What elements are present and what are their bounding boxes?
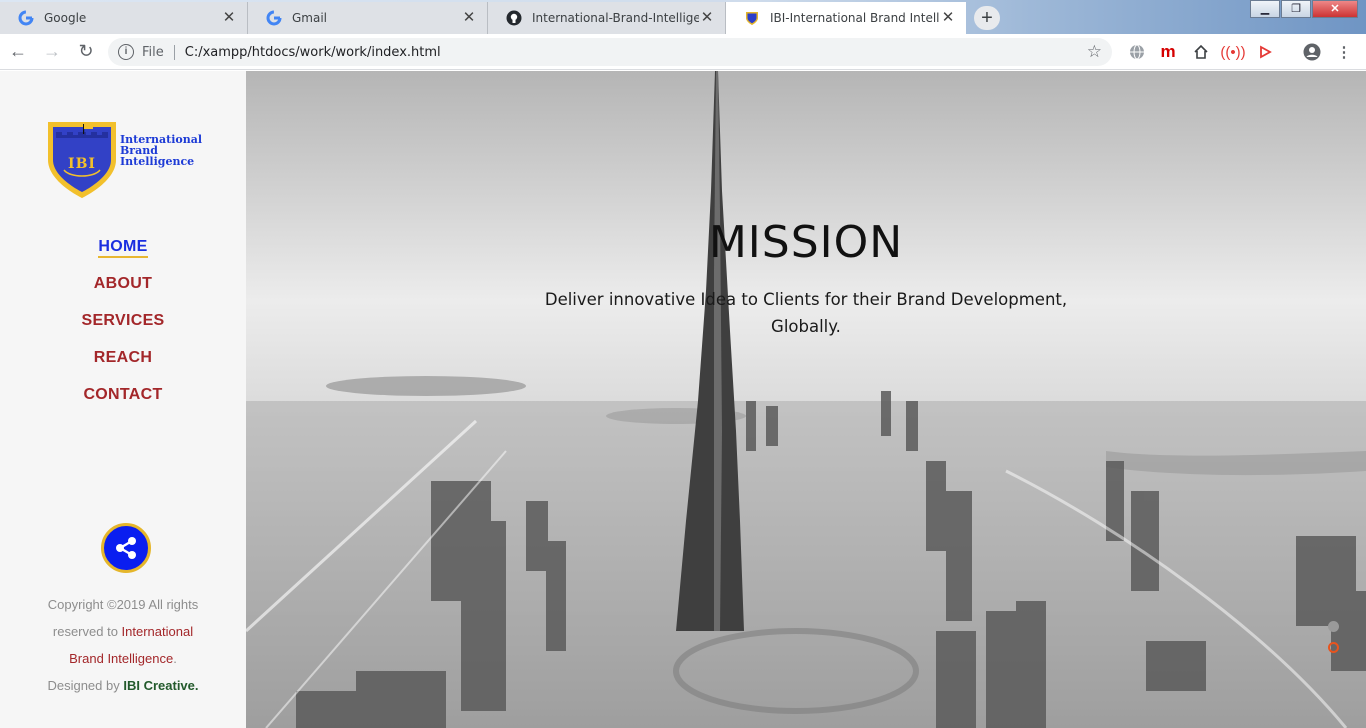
forward-arrow-icon[interactable]: → <box>36 36 68 68</box>
footer-text: . <box>173 651 177 666</box>
mission-text-line-1: Deliver innovative Idea to Clients for t… <box>544 290 1068 309</box>
window-controls: ▁ ❐ ✕ <box>1249 0 1358 18</box>
scheme-label: File <box>142 44 175 60</box>
footer-text: Designed by <box>47 678 124 693</box>
minimize-icon[interactable]: ▁ <box>1250 0 1280 18</box>
slider-dot-active[interactable] <box>1328 642 1339 653</box>
web-page: International Brand Intelligence IBI HOM… <box>0 71 1366 728</box>
footer-brand-link[interactable]: International <box>122 624 194 639</box>
copyright-footer: Copyright ©2019 All rights reserved to I… <box>20 591 226 699</box>
browser-tabstrip: Google ✕ Gmail ✕ International-Brand-Int… <box>0 0 1366 34</box>
home-icon[interactable] <box>1191 42 1211 62</box>
hero-section: MISSION Deliver innovative Idea to Clien… <box>246 71 1366 728</box>
google-icon <box>266 10 282 26</box>
tab-ibi[interactable]: IBI-International Brand Intelligenc ✕ <box>726 2 966 34</box>
broadcast-extension-icon[interactable]: ((•)) <box>1220 42 1245 62</box>
share-icon <box>116 537 136 559</box>
nav-home[interactable]: HOME <box>0 237 246 274</box>
globe-extension-icon[interactable] <box>1127 42 1147 62</box>
reload-icon[interactable]: ↻ <box>70 36 102 68</box>
footer-line-1: Copyright ©2019 All rights <box>47 597 199 612</box>
main-nav: HOME ABOUT SERVICES REACH CONTACT <box>0 237 246 422</box>
google-icon <box>18 10 34 26</box>
footer-designer-link[interactable]: IBI Creative. <box>123 678 198 693</box>
mission-heading: MISSION <box>708 217 904 268</box>
bookmark-star-icon[interactable]: ☆ <box>1087 42 1102 62</box>
nav-services[interactable]: SERVICES <box>0 311 246 348</box>
slider-dot[interactable] <box>1328 621 1339 632</box>
mission-text: Deliver innovative Idea to Clients for t… <box>516 286 1096 340</box>
m-extension-icon[interactable]: m <box>1158 42 1178 62</box>
logo-shield-text: IBI <box>68 156 96 172</box>
site-logo[interactable]: International Brand Intelligence IBI <box>46 118 206 202</box>
city-skyline-image <box>246 71 1366 728</box>
tab-title: IBI-International Brand Intelligenc <box>770 11 940 25</box>
tab-github[interactable]: International-Brand-Intelligence/ ✕ <box>488 2 726 34</box>
nav-label: SERVICES <box>81 312 165 329</box>
nav-label: HOME <box>98 238 148 258</box>
close-window-icon[interactable]: ✕ <box>1312 0 1358 18</box>
maximize-icon[interactable]: ❐ <box>1281 0 1311 18</box>
nav-label: CONTACT <box>83 386 163 403</box>
mission-block: MISSION Deliver innovative Idea to Clien… <box>516 217 1096 340</box>
tab-title: International-Brand-Intelligence/ <box>532 11 699 25</box>
menu-kebab-icon[interactable]: ⋮ <box>1334 42 1354 62</box>
close-tab-icon[interactable]: ✕ <box>940 10 956 26</box>
play-extension-icon[interactable] <box>1255 42 1275 62</box>
nav-about[interactable]: ABOUT <box>0 274 246 311</box>
nav-label: ABOUT <box>93 275 153 292</box>
nav-contact[interactable]: CONTACT <box>0 385 246 422</box>
logo-wordmark: International Brand Intelligence <box>120 134 202 167</box>
browser-toolbar: ← → ↻ i File C:/xampp/htdocs/work/work/i… <box>0 34 1366 70</box>
ibi-shield-icon <box>744 10 760 26</box>
tab-title: Google <box>44 11 87 25</box>
footer-brand-link[interactable]: Brand Intelligence <box>69 651 173 666</box>
back-arrow-icon[interactable]: ← <box>2 36 34 68</box>
sidebar: International Brand Intelligence IBI HOM… <box>0 71 246 728</box>
nav-label: REACH <box>93 349 153 366</box>
address-bar[interactable]: i File C:/xampp/htdocs/work/work/index.h… <box>108 38 1112 66</box>
mission-text-line-2: Globally. <box>771 317 841 336</box>
tab-gmail[interactable]: Gmail ✕ <box>248 2 488 34</box>
share-button[interactable] <box>101 523 151 573</box>
profile-avatar-icon[interactable] <box>1302 42 1322 62</box>
info-icon[interactable]: i <box>118 44 134 60</box>
tab-title: Gmail <box>292 11 328 25</box>
new-tab-button[interactable]: + <box>974 6 1000 30</box>
url-text[interactable]: C:/xampp/htdocs/work/work/index.html <box>185 45 441 60</box>
close-tab-icon[interactable]: ✕ <box>221 10 237 26</box>
logo-line-3: Intelligence <box>120 155 195 168</box>
github-icon <box>506 10 522 26</box>
nav-reach[interactable]: REACH <box>0 348 246 385</box>
footer-line-4: Designed by IBI Creative. <box>20 672 226 699</box>
tab-google[interactable]: Google ✕ <box>0 2 248 34</box>
close-tab-icon[interactable]: ✕ <box>461 10 477 26</box>
footer-line-3: Brand Intelligence. <box>20 645 226 672</box>
close-tab-icon[interactable]: ✕ <box>699 10 715 26</box>
footer-text: reserved to <box>52 624 122 639</box>
footer-line-2: reserved to International <box>20 618 226 645</box>
